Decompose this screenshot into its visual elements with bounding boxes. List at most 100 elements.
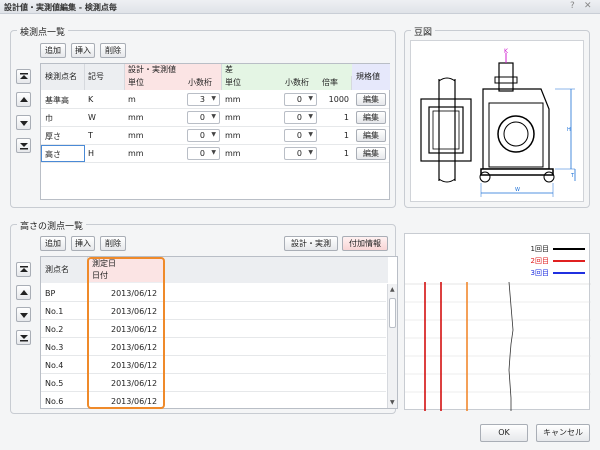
move-up-button[interactable] [16, 285, 31, 300]
decimals-dropdown[interactable]: 0 ▼ [187, 111, 220, 124]
delete-button[interactable]: 削除 [100, 43, 126, 58]
row-name: 厚さ [45, 132, 61, 141]
chevron-down-icon: ▼ [308, 131, 313, 138]
point-name: No.1 [45, 307, 64, 316]
move-down-button[interactable] [16, 115, 31, 130]
move-last-icon [20, 335, 28, 342]
chevron-down-icon: ▼ [308, 149, 313, 156]
diagram-title: 豆図 [411, 25, 436, 38]
decimals-value: 3 [199, 95, 205, 104]
decimals-value: 0 [199, 113, 205, 122]
table-row[interactable]: 厚さ T mm 0 ▼ mm 0 ▼ 1 編集 [41, 127, 389, 145]
row-name: 巾 [45, 114, 53, 123]
edit-button[interactable]: 編集 [356, 93, 386, 106]
header-design-measured: 設計・実測値 [125, 64, 222, 76]
insert-point-button[interactable]: 挿入 [71, 236, 95, 251]
measure-table: 測点名 測定日 日付 BP 2013/06/12 No.1 2013/06/12… [40, 256, 398, 409]
move-first-icon [20, 73, 28, 79]
scroll-down-icon[interactable]: ▼ [390, 399, 395, 406]
header-unit: 単位 [125, 76, 185, 90]
measure-list-title: 高さの測点一覧 [17, 219, 87, 232]
add-button[interactable]: 追加 [40, 43, 66, 58]
row-unit: mm [128, 131, 144, 140]
cancel-button[interactable]: キャンセル [536, 424, 590, 442]
header-diff-decimals: 小数桁 [282, 76, 319, 90]
row-unit: m [128, 95, 136, 104]
header-decimals: 小数桁 [185, 76, 222, 90]
add-point-button[interactable]: 追加 [40, 236, 66, 251]
dialog-window: 設計値・実測値編集 - 検測点毎 ? ✕ 検測点一覧 追加 挿入 削除 検測点名… [0, 0, 600, 450]
vertical-scrollbar[interactable]: ▲ ▼ [387, 284, 397, 408]
h-label: H [567, 127, 571, 133]
structure-diagram: K H T W [420, 48, 576, 197]
row-unit: mm [128, 149, 144, 158]
diff-decimals-value: 0 [296, 149, 302, 158]
row-magnification: 1 [343, 113, 349, 122]
header-point-name: 測点名 [41, 257, 88, 283]
table-row[interactable]: 巾 W mm 0 ▼ mm 0 ▼ 1 編集 [41, 109, 389, 127]
row-unit: mm [128, 113, 144, 122]
ok-button[interactable]: OK [480, 424, 528, 442]
move-last-button[interactable] [16, 138, 31, 153]
point-list-title: 検測点一覧 [17, 25, 69, 38]
move-down-icon [20, 121, 28, 126]
row-symbol: K [88, 95, 94, 104]
title-bar: 設計値・実測値編集 - 検測点毎 ? ✕ [0, 0, 600, 14]
diff-decimals-dropdown[interactable]: 0 ▼ [284, 129, 317, 142]
move-first-button[interactable] [16, 262, 31, 277]
header-point-name: 検測点名 [41, 64, 85, 90]
help-icon[interactable]: ? [570, 1, 575, 11]
row-diff-unit: mm [225, 95, 241, 104]
row-magnification: 1 [343, 149, 349, 158]
decimals-dropdown[interactable]: 0 ▼ [187, 147, 220, 160]
header-symbol: 記号 [85, 64, 125, 90]
diagram-canvas: K H T W [410, 40, 584, 202]
row-diff-unit: mm [225, 131, 241, 140]
move-up-button[interactable] [16, 92, 31, 107]
diff-decimals-dropdown[interactable]: 0 ▼ [284, 111, 317, 124]
move-last-button[interactable] [16, 330, 31, 345]
chevron-down-icon: ▼ [308, 95, 313, 102]
point-name: No.3 [45, 343, 64, 352]
insert-button[interactable]: 挿入 [71, 43, 95, 58]
point-table: 検測点名 記号 設計・実測値 単位 小数桁 差 単位 小数桁 倍率 規格値 基準… [40, 63, 390, 200]
chevron-down-icon: ▼ [211, 95, 216, 102]
point-name: No.5 [45, 379, 64, 388]
move-down-button[interactable] [16, 307, 31, 322]
edit-button[interactable]: 編集 [356, 111, 386, 124]
design-measured-button[interactable]: 設計・実測 [284, 236, 338, 251]
row-diff-unit: mm [225, 149, 241, 158]
edit-button[interactable]: 編集 [356, 129, 386, 142]
table-row[interactable]: 基準高 K m 3 ▼ mm 0 ▼ 1000 編集 [41, 91, 389, 109]
table-row[interactable]: 高さ H mm 0 ▼ mm 0 ▼ 1 編集 [41, 145, 389, 163]
row-symbol: T [88, 131, 93, 140]
extra-info-button[interactable]: 付加情報 [342, 236, 388, 251]
graph-panel: 1回目 2回目 3回目 [404, 233, 591, 411]
edit-button[interactable]: 編集 [356, 147, 386, 160]
row-diff-unit: mm [225, 113, 241, 122]
diff-decimals-value: 0 [296, 113, 302, 122]
decimals-value: 0 [199, 131, 205, 140]
row-symbol: W [88, 113, 96, 122]
window-title: 設計値・実測値編集 - 検測点毎 [4, 3, 117, 12]
decimals-dropdown[interactable]: 3 ▼ [187, 93, 220, 106]
move-up-icon [20, 97, 28, 102]
point-name: BP [45, 289, 56, 298]
diff-decimals-dropdown[interactable]: 0 ▼ [284, 93, 317, 106]
row-symbol: H [88, 149, 95, 158]
scroll-up-icon[interactable]: ▲ [390, 286, 395, 293]
row-name: 高さ [45, 150, 61, 159]
move-first-button[interactable] [16, 69, 31, 84]
point-name: No.6 [45, 397, 64, 406]
row-magnification: 1000 [328, 95, 349, 104]
chevron-down-icon: ▼ [308, 113, 313, 120]
delete-point-button[interactable]: 削除 [100, 236, 126, 251]
scrollbar-thumb[interactable] [389, 298, 396, 328]
move-down-icon [20, 313, 28, 318]
diff-decimals-dropdown[interactable]: 0 ▼ [284, 147, 317, 160]
row-magnification: 1 [343, 131, 349, 140]
move-first-icon [20, 266, 28, 272]
decimals-dropdown[interactable]: 0 ▼ [187, 129, 220, 142]
close-icon[interactable]: ✕ [584, 1, 592, 11]
w-label: W [515, 187, 520, 193]
